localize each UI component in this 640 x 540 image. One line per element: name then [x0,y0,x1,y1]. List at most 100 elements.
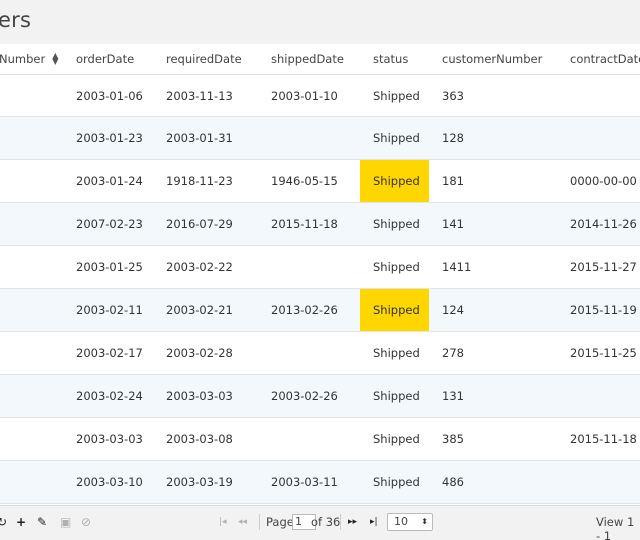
cell-orderdate[interactable]: 2003-01-23 [76,117,162,159]
cell-customernumber[interactable]: 124 [442,289,562,331]
cell-orderdate[interactable]: 2003-02-17 [76,332,162,374]
cell-requireddate[interactable]: 2003-03-19 [166,461,266,503]
cell-requireddate[interactable]: 2003-02-22 [166,246,266,288]
table-row[interactable]: 2003-01-06 2003-11-13 2003-01-10 Shipped 363 [0,75,640,117]
page-size-select[interactable]: 10 ⬍ [387,513,433,531]
cell-ordernumber[interactable] [0,375,60,417]
cell-ordernumber[interactable] [0,332,60,374]
cell-shippeddate[interactable]: 2013-02-26 [271,289,359,331]
cell-customernumber[interactable]: 363 [442,75,562,116]
cell-customernumber[interactable]: 131 [442,375,562,417]
next-page-icon[interactable]: ▸▸ [348,515,357,529]
cell-shippeddate[interactable]: 1946-05-15 [271,160,359,202]
cell-status[interactable]: Shipped [360,289,429,331]
status-text: Shipped [373,131,420,145]
sort-icon[interactable]: ▲ ▼ [52,52,58,66]
cell-customernumber[interactable]: 141 [442,203,562,245]
cell-contractdate[interactable]: 2015-11-18 [570,418,640,460]
cell-requireddate[interactable]: 2003-03-08 [166,418,266,460]
cell-shippeddate[interactable]: 2003-02-26 [271,375,359,417]
cell-status[interactable]: Shipped [360,117,429,159]
cell-orderdate[interactable]: 2003-02-24 [76,375,162,417]
header-shippeddate[interactable]: shippedDate [271,44,359,74]
cell-requireddate[interactable]: 2003-01-31 [166,117,266,159]
cell-orderdate[interactable]: 2007-02-23 [76,203,162,245]
cancel-icon[interactable]: ⊘ [81,515,91,529]
cell-contractdate[interactable]: 2015-11-19 [570,289,640,331]
cell-requireddate[interactable]: 2003-02-21 [166,289,266,331]
header-customernumber[interactable]: customerNumber [442,44,562,74]
cell-ordernumber[interactable] [0,246,60,288]
cell-orderdate[interactable]: 2003-01-06 [76,75,162,116]
cell-requireddate[interactable]: 1918-11-23 [166,160,266,202]
cell-orderdate[interactable]: 2003-01-24 [76,160,162,202]
cell-contractdate[interactable] [570,375,640,417]
cell-customernumber[interactable]: 278 [442,332,562,374]
cell-contractdate[interactable] [570,75,640,116]
cell-ordernumber[interactable] [0,75,60,116]
header-contractdate[interactable]: contractDateT [570,44,640,74]
cell-status[interactable]: Shipped [360,246,429,288]
cell-orderdate[interactable]: 2003-01-25 [76,246,162,288]
header-requireddate[interactable]: requiredDate [166,44,266,74]
cell-ordernumber[interactable] [0,160,60,202]
cell-status[interactable]: Shipped [360,160,429,202]
cell-ordernumber[interactable] [0,289,60,331]
cell-customernumber[interactable]: 181 [442,160,562,202]
table-row[interactable]: 2003-03-10 2003-03-19 2003-03-11 Shipped 486 [0,461,640,504]
first-page-icon[interactable]: |◂ [219,515,227,529]
add-icon[interactable]: + [16,515,26,529]
cell-ordernumber[interactable] [0,418,60,460]
cell-customernumber[interactable]: 1411 [442,246,562,288]
cell-shippeddate[interactable]: 2003-03-11 [271,461,359,503]
cell-shippeddate[interactable] [271,246,359,288]
cell-orderdate[interactable]: 2003-03-03 [76,418,162,460]
cell-contractdate[interactable]: 2015-11-27 [570,246,640,288]
last-page-icon[interactable]: ▸| [370,515,378,529]
cell-contractdate[interactable]: 0000-00-00 [570,160,640,202]
table-row[interactable]: 2003-02-11 2003-02-21 2013-02-26 Shipped 124… [0,289,640,332]
cell-orderdate[interactable]: 2003-03-10 [76,461,162,503]
table-row[interactable]: 2003-01-25 2003-02-22 Shipped 1411 2015-11-2… [0,246,640,289]
cell-contractdate[interactable]: 2014-11-26 [570,203,640,245]
cell-status[interactable]: Shipped [360,75,429,116]
cell-orderdate[interactable]: 2003-02-11 [76,289,162,331]
cell-status[interactable]: Shipped [360,375,429,417]
cell-shippeddate[interactable] [271,332,359,374]
cell-ordernumber[interactable] [0,203,60,245]
cell-requireddate[interactable]: 2003-03-03 [166,375,266,417]
cell-ordernumber[interactable] [0,117,60,159]
header-ordernumber[interactable]: Number ▲ ▼ [0,44,59,74]
edit-icon[interactable]: ✎ [37,515,47,529]
cell-customernumber[interactable]: 385 [442,418,562,460]
cell-shippeddate[interactable]: 2003-01-10 [271,75,359,116]
cell-shippeddate[interactable] [271,418,359,460]
cell-requireddate[interactable]: 2003-11-13 [166,75,266,116]
table-row[interactable]: 2003-03-03 2003-03-08 Shipped 385 2015-11-18 [0,418,640,461]
cell-status[interactable]: Shipped [360,203,429,245]
table-row[interactable]: 2003-01-24 1918-11-23 1946-05-15 Shipped 181… [0,160,640,203]
cell-contractdate[interactable] [570,461,640,503]
cell-ordernumber[interactable] [0,461,60,503]
save-icon[interactable]: ▣ [60,515,71,529]
table-row[interactable]: 2003-02-17 2003-02-28 Shipped 278 2015-11-25 [0,332,640,375]
cell-status[interactable]: Shipped [360,461,429,503]
cell-requireddate[interactable]: 2003-02-28 [166,332,266,374]
cell-shippeddate[interactable] [271,117,359,159]
cell-customernumber[interactable]: 128 [442,117,562,159]
cell-contractdate[interactable]: 2015-11-25 [570,332,640,374]
cell-status[interactable]: Shipped [360,418,429,460]
refresh-icon[interactable]: ↻ [0,515,7,529]
cell-customernumber[interactable]: 486 [442,461,562,503]
prev-page-icon[interactable]: ◂◂ [238,515,247,529]
table-row[interactable]: 2003-01-23 2003-01-31 Shipped 128 [0,117,640,160]
table-row[interactable]: 2007-02-23 2016-07-29 2015-11-18 Shipped 141… [0,203,640,246]
cell-requireddate[interactable]: 2016-07-29 [166,203,266,245]
table-row[interactable]: 2003-02-24 2003-03-03 2003-02-26 Shipped 131 [0,375,640,418]
cell-shippeddate[interactable]: 2015-11-18 [271,203,359,245]
header-orderdate[interactable]: orderDate [76,44,162,74]
header-status[interactable]: status [360,44,429,74]
page-label: Page [266,515,294,529]
cell-contractdate[interactable] [570,117,640,159]
cell-status[interactable]: Shipped [360,332,429,374]
